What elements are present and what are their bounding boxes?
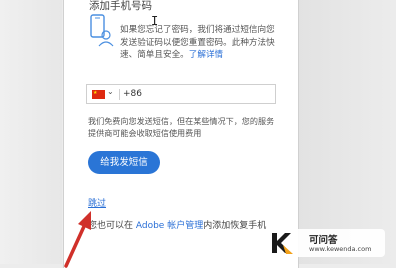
watermark-url: www.kewenda.com [309, 245, 372, 253]
watermark: 可问答 www.kewenda.com [265, 229, 385, 257]
background-left [0, 0, 62, 264]
watermark-logo-icon [272, 233, 293, 254]
watermark-title: 可问答 [309, 235, 338, 246]
china-flag-icon[interactable]: ★ [92, 90, 105, 99]
sms-fee-note: 我们免费向您发送短信，但在某些情况下，您的服务提供商可能会收取短信使用费用 [88, 116, 275, 138]
phone-icon [90, 14, 114, 47]
bottom-text: 您也可以在 Adobe 帐户管理内添加恢复手机 [88, 218, 266, 231]
phone-number-field[interactable]: ★ ⌄ +86 [86, 84, 276, 104]
background-right [296, 0, 396, 264]
account-management-link[interactable]: Adobe 帐户管理 [136, 221, 203, 231]
red-arrow-annotation [64, 211, 91, 268]
learn-more-link[interactable]: 了解详情 [189, 50, 223, 60]
chevron-down-icon[interactable]: ⌄ [107, 87, 114, 96]
page-title: 添加手机号码 [89, 0, 152, 12]
description-text: 如果您忘记了密码，我们将通过短信向您发送验证码以便您重置密码。此种方法快速、简单… [120, 24, 280, 62]
divider [119, 89, 120, 100]
bottom-suffix: 内添加恢复手机 [203, 221, 267, 231]
send-sms-button[interactable]: 给我发短信 [88, 151, 160, 174]
country-code: +86 [123, 89, 142, 99]
